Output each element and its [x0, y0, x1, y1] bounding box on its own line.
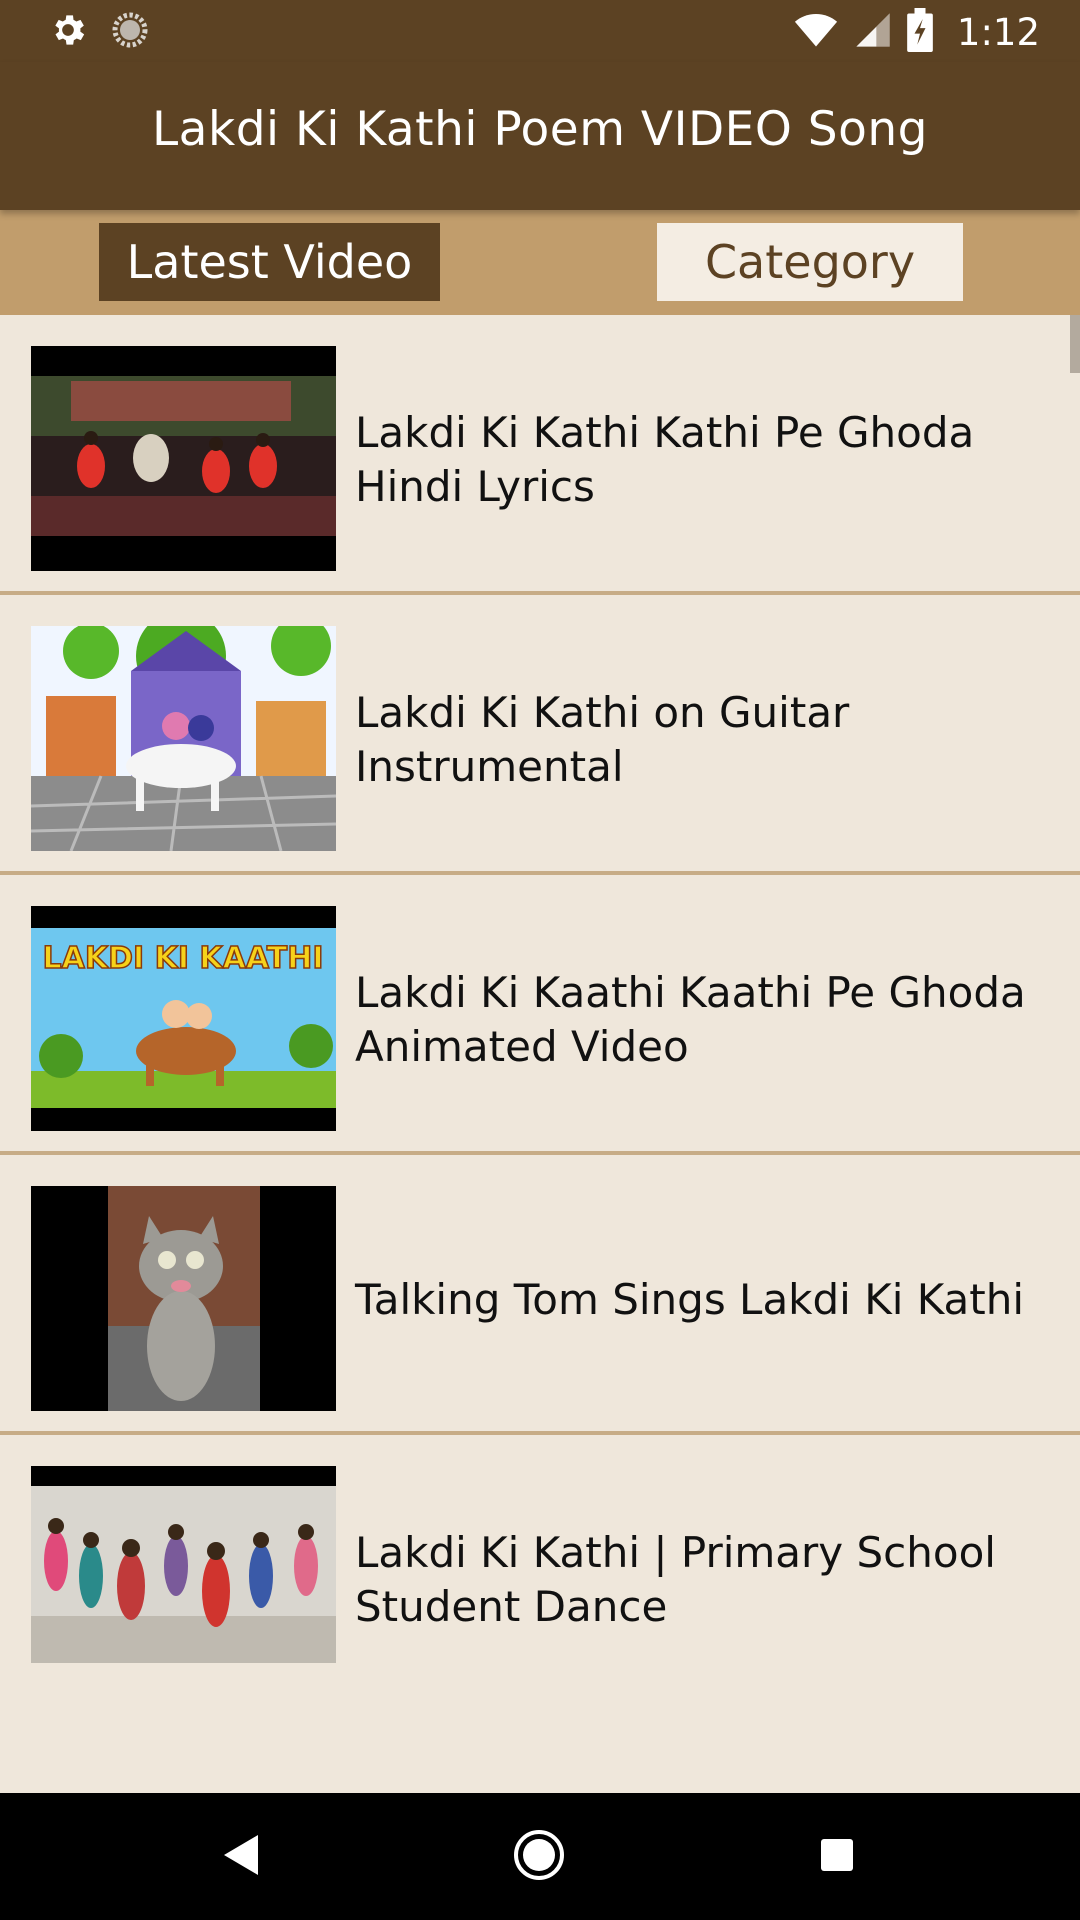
wifi-icon — [793, 8, 839, 56]
tab-category[interactable]: Category — [657, 223, 963, 301]
video-thumbnail[interactable] — [31, 1466, 336, 1663]
video-thumbnail[interactable] — [31, 346, 336, 571]
video-thumbnail[interactable] — [31, 626, 336, 851]
back-button[interactable] — [202, 1821, 282, 1893]
tab-bar: Latest Video Category — [0, 210, 1080, 315]
video-title[interactable]: Lakdi Ki Kathi | Primary School Student … — [355, 1495, 1040, 1665]
recents-icon — [819, 1837, 855, 1877]
back-icon — [222, 1833, 262, 1881]
home-icon — [513, 1829, 565, 1885]
video-thumbnail[interactable] — [31, 1186, 336, 1411]
battery-icon — [907, 8, 933, 56]
video-title[interactable]: Lakdi Ki Kathi on Guitar Instrumental — [355, 655, 1040, 825]
video-title[interactable]: Talking Tom Sings Lakdi Ki Kathi — [355, 1215, 1040, 1385]
video-list-item[interactable]: Talking Tom Sings Lakdi Ki Kathi — [0, 1155, 1080, 1435]
navigation-bar — [0, 1793, 1080, 1920]
thumbnail-logo-text: LAKDI KI KAATHI — [42, 941, 323, 976]
settings-icon — [48, 10, 88, 54]
video-list-item[interactable]: Lakdi Ki Kathi on Guitar Instrumental — [0, 595, 1080, 875]
video-thumbnail[interactable]: LAKDI KI KAATHI — [31, 906, 336, 1131]
sync-icon — [110, 10, 150, 54]
video-list-item[interactable]: LAKDI KI KAATHI Lakdi Ki Kaathi Kaathi P… — [0, 875, 1080, 1155]
scrollbar[interactable] — [1070, 315, 1080, 373]
signal-icon — [853, 8, 893, 56]
video-list-item[interactable]: Lakdi Ki Kathi Kathi Pe Ghoda Hindi Lyri… — [0, 315, 1080, 595]
recents-button[interactable] — [797, 1821, 877, 1893]
home-button[interactable] — [499, 1821, 579, 1893]
video-list-item[interactable]: Lakdi Ki Kathi | Primary School Student … — [0, 1435, 1080, 1715]
status-bar: 1:12 — [0, 0, 1080, 62]
video-title[interactable]: Lakdi Ki Kaathi Kaathi Pe Ghoda Animated… — [355, 935, 1040, 1105]
video-list[interactable]: Lakdi Ki Kathi Kathi Pe Ghoda Hindi Lyri… — [0, 315, 1080, 1793]
app-title: Lakdi Ki Kathi Poem VIDEO Song — [152, 102, 928, 157]
tab-latest-video[interactable]: Latest Video — [99, 223, 440, 301]
status-time: 1:12 — [956, 10, 1040, 54]
video-title[interactable]: Lakdi Ki Kathi Kathi Pe Ghoda Hindi Lyri… — [355, 375, 1040, 545]
app-bar: Lakdi Ki Kathi Poem VIDEO Song — [0, 62, 1080, 210]
